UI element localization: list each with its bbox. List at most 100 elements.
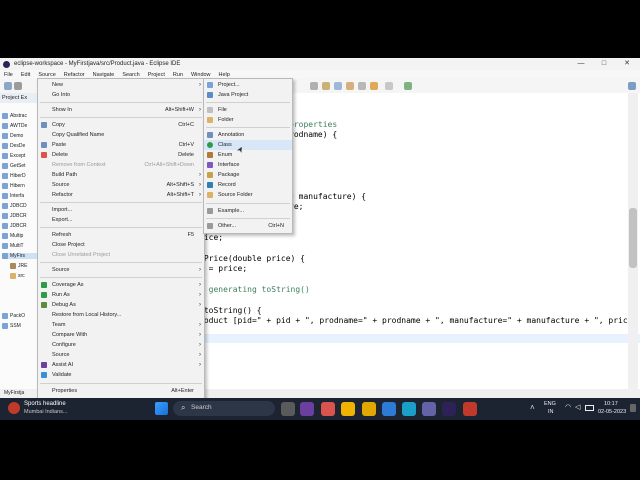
minimize-button[interactable]: —: [570, 58, 592, 70]
context-menu-item-refresh[interactable]: Refresh F5: [38, 230, 204, 240]
context-menu-item-properties[interactable]: Properties Alt+Enter: [38, 386, 204, 396]
menu-search[interactable]: Search: [122, 72, 139, 78]
context-menu-item-paste[interactable]: Paste Ctrl+V: [38, 140, 204, 150]
tree-item[interactable]: Abstrac: [2, 113, 27, 119]
context-menu-item-source[interactable]: Source ›: [38, 265, 204, 275]
new-submenu-item-source-folder[interactable]: Source Folder: [204, 190, 292, 200]
new-submenu-item-enum[interactable]: Enum: [204, 150, 292, 160]
new-submenu-item-annotation[interactable]: Annotation: [204, 130, 292, 140]
context-menu-item-remove-from-context[interactable]: Remove from Context Ctrl+Alt+Shift+Down: [38, 160, 204, 170]
file-explorer-icon[interactable]: [362, 402, 376, 416]
news-title[interactable]: Sports headline: [24, 401, 66, 407]
edge-icon[interactable]: [402, 402, 416, 416]
context-menu-item-assist-ai[interactable]: Assist AI ›: [38, 360, 204, 370]
tree-item-selected[interactable]: MyFirs: [2, 253, 37, 259]
new-submenu-item-package[interactable]: Package: [204, 170, 292, 180]
eclipse-icon[interactable]: [442, 402, 456, 416]
context-menu-item-delete[interactable]: Delete Delete: [38, 150, 204, 160]
menu-navigate[interactable]: Navigate: [93, 72, 115, 78]
volume-icon[interactable]: ◁: [575, 403, 580, 411]
tree-item[interactable]: DesDe: [2, 143, 25, 149]
context-menu-item-compare-with[interactable]: Compare With ›: [38, 330, 204, 340]
context-menu-item-source[interactable]: Source Alt+Shift+S ›: [38, 180, 204, 190]
outlook-icon[interactable]: [382, 402, 396, 416]
new-submenu-item-interface[interactable]: Interface: [204, 160, 292, 170]
context-menu-item-debug-as[interactable]: Debug As ›: [38, 300, 204, 310]
toolbar-tool-icon[interactable]: [322, 82, 330, 90]
menu-project[interactable]: Project: [148, 72, 165, 78]
save-icon[interactable]: [14, 82, 22, 90]
clock-time[interactable]: 10:17: [604, 401, 618, 407]
context-menu-item-go-into[interactable]: Go Into: [38, 90, 204, 100]
project-explorer-tab[interactable]: Project Ex: [0, 93, 37, 103]
menu-edit[interactable]: Edit: [21, 72, 30, 78]
new-submenu-item-class[interactable]: Class: [204, 140, 292, 150]
task-view-icon[interactable]: [281, 402, 295, 416]
toolbar-tool-icon[interactable]: [310, 82, 318, 90]
menu-help[interactable]: Help: [219, 72, 230, 78]
back-arrow-icon[interactable]: [370, 82, 378, 90]
notification-icon[interactable]: [630, 404, 636, 412]
chevron-up-icon[interactable]: ˄: [530, 403, 535, 412]
battery-icon[interactable]: [585, 405, 594, 411]
context-menu-item-run-as[interactable]: Run As ›: [38, 290, 204, 300]
tree-item[interactable]: JDBCR: [2, 213, 27, 219]
perspective-icon[interactable]: [628, 82, 636, 90]
menu-run[interactable]: Run: [173, 72, 183, 78]
context-menu-item-team[interactable]: Team ›: [38, 320, 204, 330]
context-menu-item-validate[interactable]: Validate: [38, 370, 204, 380]
tree-item[interactable]: src: [10, 273, 25, 279]
close-button[interactable]: ✕: [616, 58, 638, 70]
tree-item[interactable]: Demo: [2, 133, 23, 139]
context-menu-item-source[interactable]: Source ›: [38, 350, 204, 360]
weather-news-icon[interactable]: [8, 402, 20, 414]
toolbar-tool-icon[interactable]: [334, 82, 342, 90]
context-menu-item-show-in[interactable]: Show In Alt+Shift+W ›: [38, 105, 204, 115]
tree-item[interactable]: AWTDe: [2, 123, 27, 129]
toolbar-tool-icon[interactable]: [404, 82, 412, 90]
context-menu-item-close-project[interactable]: Close Project: [38, 240, 204, 250]
new-submenu-item-java-project[interactable]: Java Project: [204, 90, 292, 100]
tree-item[interactable]: PackO: [2, 313, 25, 319]
menu-source[interactable]: Source: [38, 72, 55, 78]
menu-refactor[interactable]: Refactor: [64, 72, 85, 78]
forward-arrow-icon[interactable]: [385, 82, 393, 90]
new-icon[interactable]: [4, 82, 12, 90]
context-menu-item-close-unrelated-project[interactable]: Close Unrelated Project: [38, 250, 204, 260]
wifi-icon[interactable]: ◠: [565, 403, 571, 411]
menu-file[interactable]: File: [4, 72, 13, 78]
teams-icon[interactable]: [422, 402, 436, 416]
chrome-icon[interactable]: [341, 402, 355, 416]
tree-item[interactable]: Multip: [2, 233, 23, 239]
app-icon[interactable]: [321, 402, 335, 416]
context-menu-item-new[interactable]: New ›: [38, 80, 204, 90]
tree-item[interactable]: JDBCR: [2, 223, 27, 229]
toolbar-tool-icon[interactable]: [358, 82, 366, 90]
new-submenu-item-file[interactable]: File: [204, 105, 292, 115]
context-menu-item-configure[interactable]: Configure ›: [38, 340, 204, 350]
new-submenu-item-example[interactable]: Example...: [204, 206, 292, 216]
tree-item[interactable]: JRE: [10, 263, 27, 269]
tree-item[interactable]: Except: [2, 153, 25, 159]
context-menu-item-export[interactable]: Export...: [38, 215, 204, 225]
context-menu-item-coverage-as[interactable]: Coverage As ›: [38, 280, 204, 290]
menu-window[interactable]: Window: [191, 72, 211, 78]
context-menu-item-import[interactable]: Import...: [38, 205, 204, 215]
new-submenu-item-record[interactable]: Record: [204, 180, 292, 190]
tree-item[interactable]: JDBCD: [2, 203, 27, 209]
new-submenu-item-other[interactable]: Other... Ctrl+N: [204, 221, 292, 231]
recorder-icon[interactable]: [463, 402, 477, 416]
context-menu-item-build-path[interactable]: Build Path ›: [38, 170, 204, 180]
context-menu-item-refactor[interactable]: Refactor Alt+Shift+T ›: [38, 190, 204, 200]
toolbar-tool-icon[interactable]: [346, 82, 354, 90]
tree-item[interactable]: HiberD: [2, 173, 26, 179]
context-menu-item-copy[interactable]: Copy Ctrl+C: [38, 120, 204, 130]
new-submenu-item-project[interactable]: Project...: [204, 80, 292, 90]
scrollbar-thumb[interactable]: [629, 208, 637, 268]
start-icon[interactable]: [155, 402, 168, 415]
language-top[interactable]: ENG: [544, 401, 556, 407]
maximize-button[interactable]: □: [593, 58, 615, 70]
tree-item[interactable]: Hibern: [2, 183, 25, 189]
tree-item[interactable]: MultiT: [2, 243, 24, 249]
tree-item[interactable]: SSM: [2, 323, 21, 329]
